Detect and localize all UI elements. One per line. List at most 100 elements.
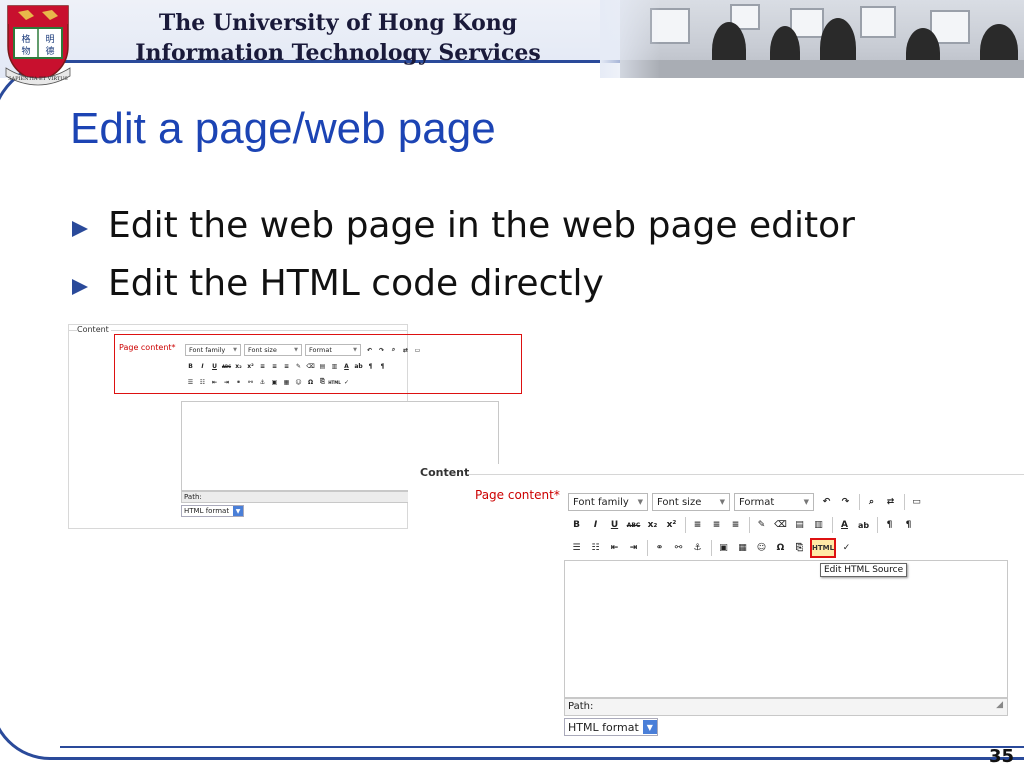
- align-right-icon[interactable]: ≡: [727, 517, 744, 534]
- link-icon[interactable]: ⚭: [651, 540, 668, 557]
- fullscreen-icon[interactable]: ▭: [412, 345, 423, 356]
- align-left-icon[interactable]: ≡: [257, 361, 268, 372]
- emoticon-icon[interactable]: ☺: [753, 540, 770, 557]
- text-color-icon[interactable]: A: [836, 517, 853, 534]
- font-size-select[interactable]: Font size ▼: [652, 493, 730, 511]
- chevron-down-icon: ▼: [719, 498, 725, 506]
- bullet-text: Edit the HTML code directly: [108, 262, 604, 304]
- highlight-icon[interactable]: ab: [353, 361, 364, 372]
- paste-word-icon[interactable]: ▥: [329, 361, 340, 372]
- anchor-icon[interactable]: ⚓: [257, 377, 268, 388]
- toolbar-row-2: B I U ABC x₂ x² ≡ ≡ ≡ ✎ ⌫ ▤ ▥ A ab ¶ ¶: [568, 514, 919, 536]
- replace-icon[interactable]: ⇄: [882, 494, 899, 511]
- font-family-select[interactable]: Font family ▼: [185, 344, 241, 356]
- spellcheck-icon[interactable]: ✓: [341, 377, 352, 388]
- align-right-icon[interactable]: ≡: [281, 361, 292, 372]
- link-icon[interactable]: ⚭: [233, 377, 244, 388]
- subscript-icon[interactable]: x₂: [644, 517, 661, 534]
- editor-text-area[interactable]: [564, 560, 1008, 698]
- underline-icon[interactable]: U: [606, 517, 623, 534]
- edit-html-source-button[interactable]: HTML: [810, 538, 836, 558]
- font-family-select[interactable]: Font family ▼: [568, 493, 648, 511]
- outdent-icon[interactable]: ⇤: [606, 540, 623, 557]
- svg-text:格: 格: [21, 33, 30, 45]
- align-center-icon[interactable]: ≡: [269, 361, 280, 372]
- editor-screenshot-large: Content Page content* Font family ▼ Font …: [408, 464, 1024, 744]
- bold-icon[interactable]: B: [568, 517, 585, 534]
- bullet-list-icon[interactable]: ☰: [568, 540, 585, 557]
- highlight-icon[interactable]: ab: [855, 517, 872, 534]
- underline-icon[interactable]: U: [209, 361, 220, 372]
- format-select[interactable]: Format ▼: [734, 493, 814, 511]
- strikethrough-icon[interactable]: ABC: [221, 361, 232, 372]
- media-icon[interactable]: ▦: [281, 377, 292, 388]
- nolink-icon[interactable]: ⎘: [791, 540, 808, 557]
- text-format-select[interactable]: HTML format ▼: [181, 505, 245, 517]
- clean-icon[interactable]: ✎: [753, 517, 770, 534]
- paste-text-icon[interactable]: ▤: [317, 361, 328, 372]
- special-char-icon[interactable]: Ω: [772, 540, 789, 557]
- subscript-icon[interactable]: x₂: [233, 361, 244, 372]
- eraser-icon[interactable]: ⌫: [305, 361, 316, 372]
- superscript-icon[interactable]: x²: [663, 517, 680, 534]
- emoticon-icon[interactable]: ☺: [293, 377, 304, 388]
- numbered-list-icon[interactable]: ☷: [587, 540, 604, 557]
- undo-icon[interactable]: ↶: [818, 494, 835, 511]
- fullscreen-icon[interactable]: ▭: [908, 494, 925, 511]
- nolink-icon[interactable]: ⎘: [317, 377, 328, 388]
- find-icon[interactable]: ⌕: [863, 494, 880, 511]
- hku-crest-icon: 格 明 物 德 SAPIENTIA ET VIRTUS: [5, 5, 71, 86]
- find-icon[interactable]: ⌕: [388, 345, 399, 356]
- bold-icon[interactable]: B: [185, 361, 196, 372]
- slide-title: Edit a page/web page: [70, 104, 496, 153]
- svg-text:明: 明: [45, 34, 54, 45]
- bullet-text: Edit the web page in the web page editor: [108, 204, 855, 246]
- text-color-icon[interactable]: A: [341, 361, 352, 372]
- unlink-icon[interactable]: ⚯: [670, 540, 687, 557]
- spellcheck-icon[interactable]: ✓: [838, 540, 855, 557]
- strikethrough-icon[interactable]: ABC: [625, 517, 642, 534]
- svg-text:德: 德: [45, 45, 54, 57]
- rtl-icon[interactable]: ¶: [900, 517, 917, 534]
- italic-icon[interactable]: I: [587, 517, 604, 534]
- redo-icon[interactable]: ↷: [837, 494, 854, 511]
- toolbar-row-3: ☰ ☷ ⇤ ⇥ ⚭ ⚯ ⚓ ▣ ▦ ☺ Ω ⎘ HTML ✓: [568, 537, 857, 559]
- rtl-icon[interactable]: ¶: [377, 361, 388, 372]
- indent-icon[interactable]: ⇥: [625, 540, 642, 557]
- toolbar-row-2: B I U ABC x₂ x² ≡ ≡ ≡ ✎ ⌫ ▤ ▥ A ab ¶ ¶: [185, 359, 389, 373]
- outdent-icon[interactable]: ⇤: [209, 377, 220, 388]
- ltr-icon[interactable]: ¶: [881, 517, 898, 534]
- paste-word-icon[interactable]: ▥: [810, 517, 827, 534]
- clean-icon[interactable]: ✎: [293, 361, 304, 372]
- align-left-icon[interactable]: ≡: [689, 517, 706, 534]
- photo-fade: [600, 0, 660, 78]
- media-icon[interactable]: ▦: [734, 540, 751, 557]
- paste-text-icon[interactable]: ▤: [791, 517, 808, 534]
- ltr-icon[interactable]: ¶: [365, 361, 376, 372]
- image-icon[interactable]: ▣: [269, 377, 280, 388]
- chevron-down-icon: ▼: [637, 498, 643, 506]
- eraser-icon[interactable]: ⌫: [772, 517, 789, 534]
- align-center-icon[interactable]: ≡: [708, 517, 725, 534]
- chevron-down-icon: ▼: [233, 506, 244, 516]
- bullet-list-icon[interactable]: ☰: [185, 377, 196, 388]
- redo-icon[interactable]: ↷: [376, 345, 387, 356]
- indent-icon[interactable]: ⇥: [221, 377, 232, 388]
- superscript-icon[interactable]: x²: [245, 361, 256, 372]
- font-size-select[interactable]: Font size ▼: [244, 344, 302, 356]
- anchor-icon[interactable]: ⚓: [689, 540, 706, 557]
- format-select[interactable]: Format ▼: [305, 344, 361, 356]
- resize-handle-icon[interactable]: ◢: [996, 697, 1003, 713]
- html-source-icon[interactable]: HTML: [328, 377, 341, 388]
- text-format-select[interactable]: HTML format ▼: [564, 718, 658, 736]
- bullet-item: Edit the web page in the web page editor: [72, 196, 855, 254]
- numbered-list-icon[interactable]: ☷: [197, 377, 208, 388]
- undo-icon[interactable]: ↶: [364, 345, 375, 356]
- replace-icon[interactable]: ⇄: [400, 345, 411, 356]
- italic-icon[interactable]: I: [197, 361, 208, 372]
- triangle-bullet-icon: [72, 279, 88, 295]
- special-char-icon[interactable]: Ω: [305, 377, 316, 388]
- unlink-icon[interactable]: ⚯: [245, 377, 256, 388]
- bullet-list: Edit the web page in the web page editor…: [72, 196, 855, 312]
- image-icon[interactable]: ▣: [715, 540, 732, 557]
